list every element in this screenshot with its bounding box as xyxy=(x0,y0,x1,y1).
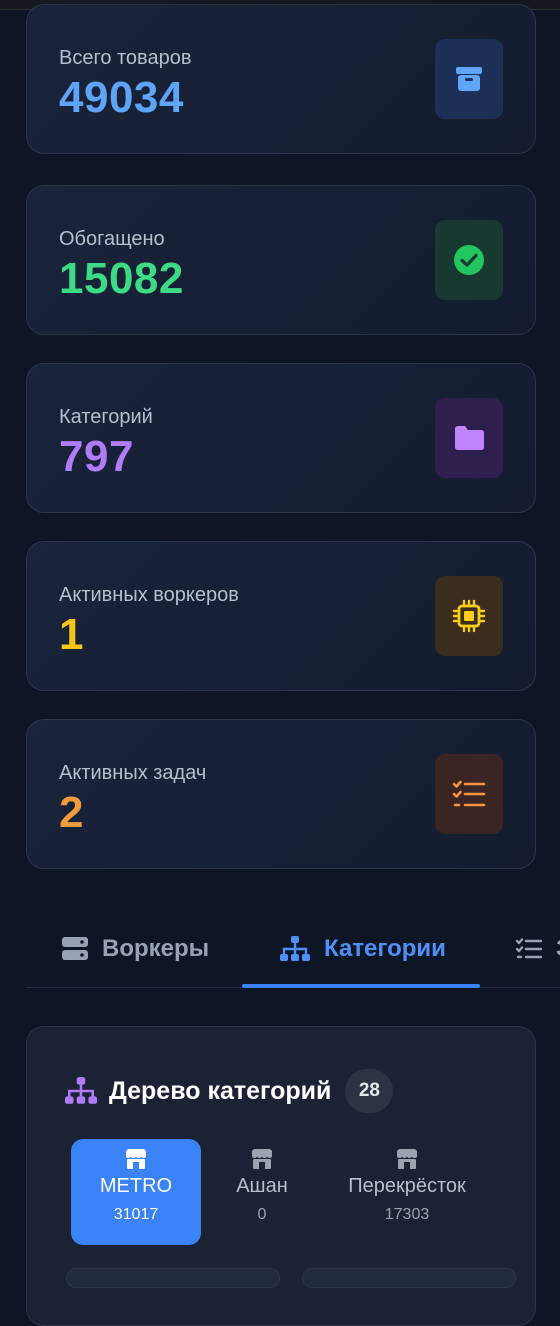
task-list-icon xyxy=(516,938,542,959)
sitemap-icon xyxy=(65,1077,97,1104)
stat-card-categories: Категорий 797 xyxy=(26,363,536,513)
store-tab-auchan[interactable]: Ашан 0 xyxy=(219,1139,305,1245)
stat-card-total-products: Всего товаров 49034 xyxy=(26,4,536,154)
store-tab-perekrestok[interactable]: Перекрёсток 17303 xyxy=(327,1139,487,1245)
tab-label: Воркеры xyxy=(102,935,210,962)
stat-value: 15082 xyxy=(59,254,184,303)
server-icon xyxy=(62,937,88,960)
sitemap-icon xyxy=(280,936,310,961)
stat-value: 1 xyxy=(59,610,84,659)
store-name: Перекрёсток xyxy=(348,1175,466,1197)
store-count: 17303 xyxy=(384,1206,430,1223)
tree-header: Дерево категорий 28 xyxy=(65,1069,394,1113)
store-name: METRO xyxy=(99,1175,173,1197)
tab-label: Категории xyxy=(324,935,446,962)
list-item[interactable] xyxy=(302,1268,516,1288)
tab-bar: Воркеры Категории З xyxy=(26,910,560,988)
active-tab-indicator xyxy=(242,984,480,988)
count-badge: 28 xyxy=(345,1069,394,1113)
tab-label: З xyxy=(556,935,560,963)
stat-label: Обогащено xyxy=(59,228,165,250)
stat-card-active-tasks: Активных задач 2 xyxy=(26,719,536,869)
store-tab-metro[interactable]: METRO 31017 xyxy=(71,1139,201,1245)
store-count: 0 xyxy=(257,1206,267,1223)
stat-card-enriched: Обогащено 15082 xyxy=(26,185,536,335)
stat-label: Активных воркеров xyxy=(59,584,239,606)
stat-value: 49034 xyxy=(59,73,184,122)
tree-title: Дерево категорий xyxy=(109,1076,332,1105)
task-list-icon xyxy=(435,754,503,834)
stat-label: Всего товаров xyxy=(59,47,192,69)
package-icon xyxy=(435,39,503,119)
store-icon xyxy=(397,1149,417,1169)
tab-workers[interactable]: Воркеры xyxy=(62,910,209,988)
list-item[interactable] xyxy=(66,1268,280,1288)
stat-label: Категорий xyxy=(59,406,153,428)
stat-label: Активных задач xyxy=(59,762,207,784)
cpu-chip-icon xyxy=(435,576,503,656)
folder-icon xyxy=(435,398,503,478)
tab-tasks[interactable]: З xyxy=(516,910,560,988)
stat-card-active-workers: Активных воркеров 1 xyxy=(26,541,536,691)
stat-value: 797 xyxy=(59,432,134,481)
store-name: Ашан xyxy=(236,1175,288,1197)
tab-categories[interactable]: Категории xyxy=(280,910,446,988)
store-icon xyxy=(126,1149,146,1169)
store-icon xyxy=(252,1149,272,1169)
store-count: 31017 xyxy=(113,1206,159,1223)
stat-value: 2 xyxy=(59,788,84,837)
check-circle-icon xyxy=(435,220,503,300)
